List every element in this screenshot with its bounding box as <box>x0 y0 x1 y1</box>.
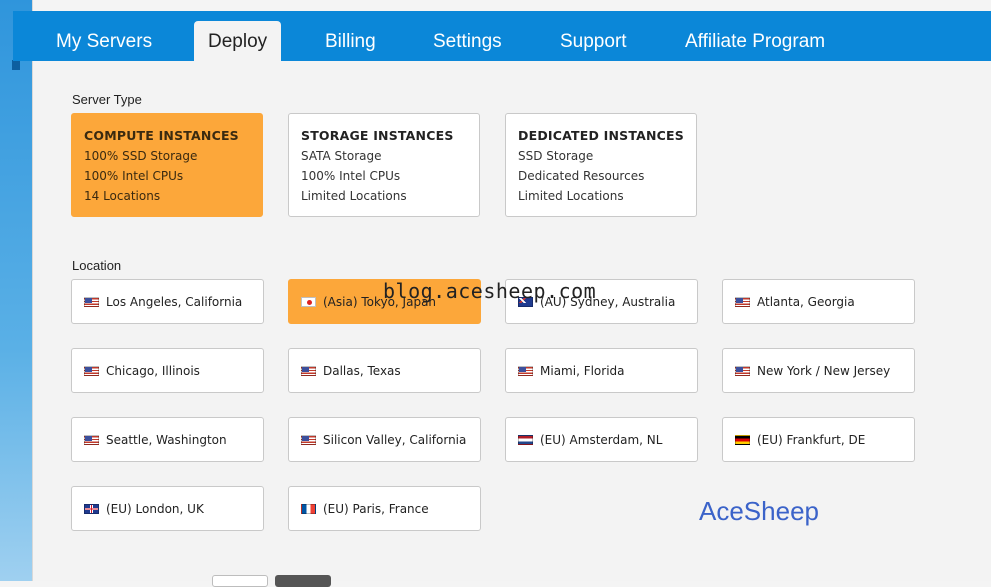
server-type-label: Server Type <box>72 92 142 107</box>
location-chicago[interactable]: Chicago, Illinois <box>71 348 264 393</box>
location-name: Chicago, Illinois <box>106 363 200 378</box>
server-type-title: COMPUTE INSTANCES <box>84 128 239 143</box>
us-flag-icon <box>735 296 750 307</box>
location-name: (EU) Paris, France <box>323 501 429 516</box>
server-type-feature: SSD Storage <box>518 149 594 163</box>
de-flag-icon <box>735 434 750 445</box>
us-flag-icon <box>735 365 750 376</box>
location-los-angeles[interactable]: Los Angeles, California <box>71 279 264 324</box>
us-flag-icon <box>84 434 99 445</box>
fr-flag-icon <box>301 503 316 514</box>
nl-flag-icon <box>518 434 533 445</box>
location-london[interactable]: (EU) London, UK <box>71 486 264 531</box>
server-type-feature: 100% Intel CPUs <box>301 169 401 183</box>
location-paris[interactable]: (EU) Paris, France <box>288 486 481 531</box>
server-type-compute[interactable]: COMPUTE INSTANCES 100% SSD Storage 100% … <box>71 113 263 217</box>
server-type-feature: Limited Locations <box>518 189 624 203</box>
us-flag-icon <box>84 365 99 376</box>
brand-watermark: AceSheep <box>699 496 819 526</box>
server-type-dedicated[interactable]: DEDICATED INSTANCES SSD Storage Dedicate… <box>505 113 697 217</box>
server-type-feature: Dedicated Resources <box>518 169 645 183</box>
server-type-storage[interactable]: STORAGE INSTANCES SATA Storage 100% Inte… <box>288 113 480 217</box>
us-flag-icon <box>518 365 533 376</box>
watermark-text: blog.acesheep.com <box>383 279 597 303</box>
location-name: (EU) London, UK <box>106 501 204 516</box>
location-name: Los Angeles, California <box>106 294 243 309</box>
location-miami[interactable]: Miami, Florida <box>505 348 698 393</box>
tab-settings[interactable]: Settings <box>419 21 516 61</box>
tab-billing[interactable]: Billing <box>311 21 390 61</box>
us-flag-icon <box>301 434 316 445</box>
server-type-feature: 14 Locations <box>84 189 161 203</box>
location-amsterdam[interactable]: (EU) Amsterdam, NL <box>505 417 698 462</box>
location-dallas[interactable]: Dallas, Texas <box>288 348 481 393</box>
location-name: (EU) Frankfurt, DE <box>757 432 866 447</box>
location-name: Atlanta, Georgia <box>757 294 855 309</box>
top-nav: My Servers Deploy Billing Settings Suppo… <box>13 11 991 61</box>
location-name: Dallas, Texas <box>323 363 401 378</box>
server-type-feature: Limited Locations <box>301 189 407 203</box>
location-name: Miami, Florida <box>540 363 625 378</box>
tab-support[interactable]: Support <box>546 21 641 61</box>
server-type-feature: SATA Storage <box>301 149 382 163</box>
server-type-title: DEDICATED INSTANCES <box>518 128 684 143</box>
location-atlanta[interactable]: Atlanta, Georgia <box>722 279 915 324</box>
us-flag-icon <box>301 365 316 376</box>
back-button[interactable] <box>212 575 268 587</box>
location-name: Silicon Valley, California <box>323 432 467 447</box>
uk-flag-icon <box>84 503 99 514</box>
tab-deploy[interactable]: Deploy <box>194 21 282 61</box>
top-gap <box>33 0 991 11</box>
us-flag-icon <box>84 296 99 307</box>
location-label: Location <box>72 258 122 273</box>
next-button[interactable] <box>275 575 331 587</box>
server-type-title: STORAGE INSTANCES <box>301 128 454 143</box>
sidebar-tab-marker <box>12 60 20 70</box>
tab-my-servers[interactable]: My Servers <box>42 21 166 61</box>
location-name: (EU) Amsterdam, NL <box>540 432 663 447</box>
server-type-feature: 100% Intel CPUs <box>84 169 184 183</box>
location-seattle[interactable]: Seattle, Washington <box>71 417 264 462</box>
location-silicon-valley[interactable]: Silicon Valley, California <box>288 417 481 462</box>
left-sidebar-strip <box>0 0 32 581</box>
tab-affiliate-program[interactable]: Affiliate Program <box>671 21 839 61</box>
location-name: New York / New Jersey <box>757 363 891 378</box>
location-name: Seattle, Washington <box>106 432 227 447</box>
jp-flag-icon <box>301 296 316 307</box>
location-new-york[interactable]: New York / New Jersey <box>722 348 915 393</box>
location-frankfurt[interactable]: (EU) Frankfurt, DE <box>722 417 915 462</box>
server-type-feature: 100% SSD Storage <box>84 149 198 163</box>
